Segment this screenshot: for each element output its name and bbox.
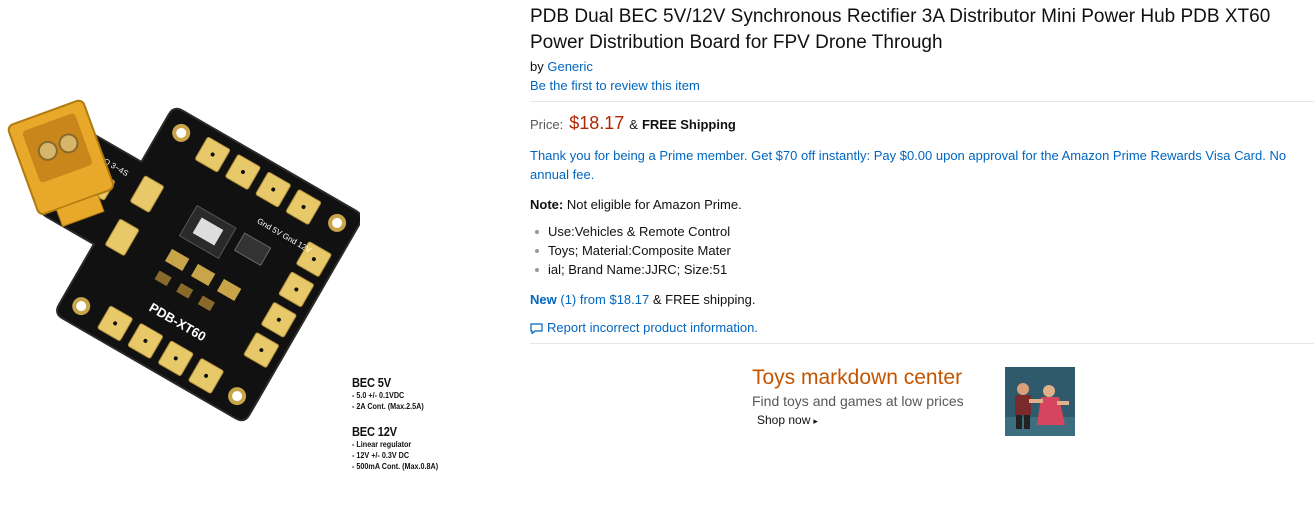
spec-labels: BEC 5V - 5.0 +/- 0.1VDC - 2A Cont. (Max.… [352,375,448,484]
prime-visa-offer-link[interactable]: Thank you for being a Prime member. Get … [530,146,1305,184]
report-incorrect-info-link[interactable]: Report incorrect product information. [547,319,758,337]
toys-markdown-ad[interactable]: Toys markdown center Find toys and games… [752,366,1082,438]
by-prefix: by [530,59,544,74]
bec12-line: - Linear regulator [352,440,412,449]
bec12-title: BEC 12V [352,424,397,439]
feature-bullets: Use:Vehicles & Remote Control Toys; Mate… [530,222,1314,279]
new-count: (1) from $18.17 [560,292,650,307]
prime-note: Note: Not eligible for Amazon Prime. [530,196,1314,214]
product-title: PDB Dual BEC 5V/12V Synchronous Rectifie… [530,6,1271,53]
offers-suffix: & FREE shipping. [652,292,756,307]
bec12-line: - 500mA Cont. (Max.0.8A) [352,462,439,471]
shop-now-label: Shop now [757,413,811,427]
bec5-spec: BEC 5V - 5.0 +/- 0.1VDC - 2A Cont. (Max.… [352,375,448,412]
price-ampersand: & [629,117,638,132]
brand-link[interactable]: Generic [547,59,593,74]
review-link[interactable]: Be the first to review this item [530,77,700,95]
divider [530,343,1314,344]
price-row: Price: $18.17 & FREE Shipping [530,113,1314,134]
product-image[interactable]: PDB-XT60 Gnd 5V Gnd 12V LIPO 3~4S [0,95,360,435]
ad-photo[interactable] [1005,367,1075,436]
free-shipping-label: FREE Shipping [641,117,736,132]
price-label: Price: [530,117,564,132]
bec5-title: BEC 5V [352,375,391,390]
report-row: Report incorrect product information. [530,319,1314,337]
byline: by Generic [530,58,1314,76]
bec12-line: - 12V +/- 0.3V DC [352,451,410,460]
divider [530,101,1314,102]
price-value: $18.17 [569,113,625,133]
note-label: Note: [530,197,564,212]
comment-icon [530,322,543,334]
bec5-line: - 5.0 +/- 0.1VDC [352,391,405,400]
new-label: New [530,292,557,307]
caret-right-icon: ▸ [813,416,818,426]
new-offers-link[interactable]: New (1) from $18.17 [530,292,649,307]
list-item: ial; Brand Name:JJRC; Size:51 [530,260,1314,279]
offers-row: New (1) from $18.17 & FREE shipping. [530,291,1314,309]
bec5-line: - 2A Cont. (Max.2.5A) [352,402,424,411]
note-text: Not eligible for Amazon Prime. [566,197,742,212]
product-image-area: PDB-XT60 Gnd 5V Gnd 12V LIPO 3~4S BEC 5V… [0,0,520,530]
bec12-spec: BEC 12V - Linear regulator - 12V +/- 0.3… [352,424,448,472]
product-detail-column: PDB Dual BEC 5V/12V Synchronous Rectifie… [530,4,1314,344]
list-item: Toys; Material:Composite Mater [530,241,1314,260]
list-item: Use:Vehicles & Remote Control [530,222,1314,241]
